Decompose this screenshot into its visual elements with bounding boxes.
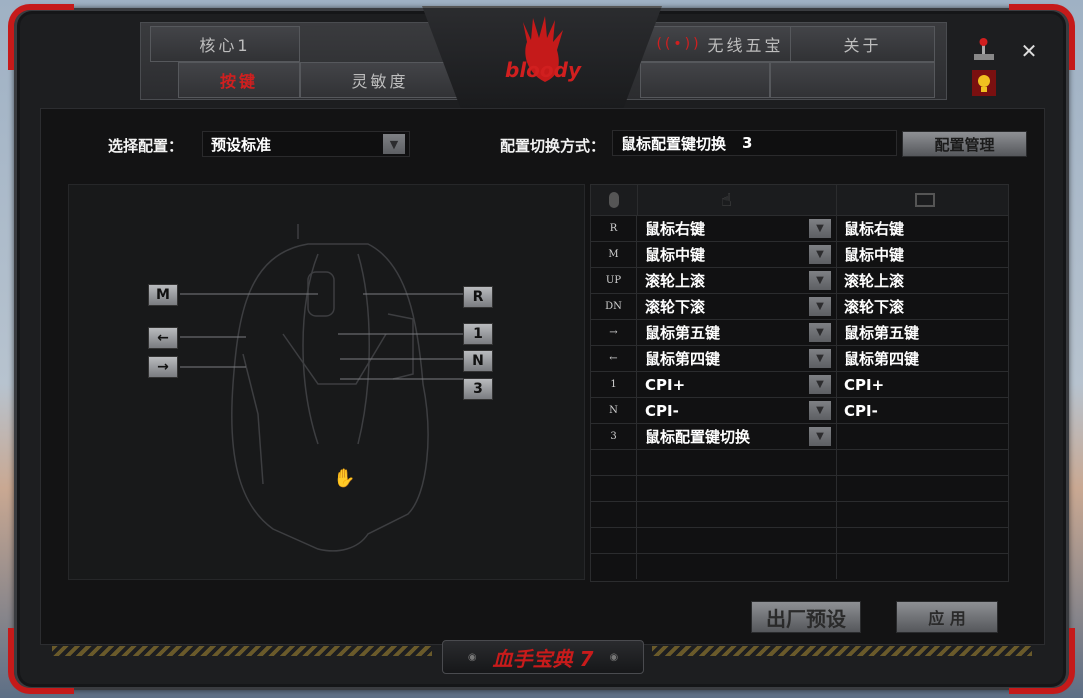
mouse-key-m[interactable]: M <box>148 284 178 306</box>
hand-pointer-icon: ☝ <box>721 190 732 211</box>
row-key <box>591 528 637 553</box>
row-key: 1 <box>591 372 637 397</box>
config-select[interactable]: 预设标准 <box>202 131 410 157</box>
row-action[interactable]: 鼠标中键 <box>645 242 705 267</box>
row-action[interactable]: 鼠标第五键 <box>645 320 720 345</box>
switch-mode-value: 鼠标配置键切换 <box>621 134 727 153</box>
dropdown-arrow-icon[interactable]: ▼ <box>809 245 831 264</box>
close-icon[interactable]: ✕ <box>1018 39 1040 63</box>
bloody-mouse-app: 核心1 按键 灵敏度 ((•)) 无线五宝 关于 bloody ✕ 选择配置： … <box>0 0 1083 698</box>
switch-mode-number: 3 <box>742 134 753 152</box>
table-row: M 鼠标中键 ▼ 鼠标中键 <box>591 241 1008 267</box>
factory-reset-button[interactable]: 出厂预设 <box>751 601 861 633</box>
table-row: UP 滚轮上滚 ▼ 滚轮上滚 <box>591 267 1008 293</box>
mouse-key-1[interactable]: 1 <box>463 323 493 345</box>
row-default: 鼠标右键 <box>844 220 905 238</box>
row-key: → <box>591 320 637 345</box>
table-row: ← 鼠标第四键 ▼ 鼠标第四键 <box>591 345 1008 371</box>
row-action[interactable]: CPI+ <box>645 372 685 397</box>
dropdown-arrow-icon[interactable]: ▼ <box>809 219 831 238</box>
table-header: ☝ <box>591 185 1008 215</box>
tab-core[interactable]: 核心1 <box>150 26 300 62</box>
tab-about[interactable]: 关于 <box>790 26 935 62</box>
wireless-antenna-icon: ((•)) <box>656 36 702 52</box>
table-row <box>591 527 1008 553</box>
bottom-badge: ◉ 血手宝典 7 ◉ <box>442 640 644 674</box>
table-row: 3 鼠标配置键切换 ▼ <box>591 423 1008 449</box>
badge-label: 血手宝典 7 <box>492 646 594 671</box>
row-default: CPI- <box>844 401 878 420</box>
row-default: 鼠标中键 <box>844 246 905 264</box>
mouse-key-r[interactable]: R <box>463 286 493 308</box>
decorative-stripe <box>652 646 1032 656</box>
row-default: 鼠标第五键 <box>844 324 920 342</box>
lightbulb-icon[interactable] <box>972 70 996 96</box>
table-row: 1 CPI+ ▼ CPI+ <box>591 371 1008 397</box>
table-row: N CPI- ▼ CPI- <box>591 397 1008 423</box>
row-action[interactable]: 滚轮上滚 <box>645 268 705 293</box>
row-default: CPI+ <box>844 375 885 394</box>
mouse-key-back[interactable]: ← <box>148 327 178 349</box>
row-key <box>591 476 637 501</box>
dropdown-arrow-icon[interactable]: ▼ <box>383 134 405 154</box>
table-row <box>591 475 1008 501</box>
row-key <box>591 502 637 527</box>
mouse-key-n[interactable]: N <box>463 350 493 372</box>
row-key: ← <box>591 346 637 371</box>
table-row: R 鼠标右键 ▼ 鼠标右键 <box>591 215 1008 241</box>
mouse-icon <box>605 191 623 209</box>
decorative-stripe <box>52 646 432 656</box>
brand-logo-text: bloody <box>505 58 582 82</box>
row-default: 滚轮下滚 <box>844 298 905 316</box>
row-action[interactable]: 滚轮下滚 <box>645 294 705 319</box>
tab-empty <box>640 62 770 98</box>
row-key: DN <box>591 294 637 319</box>
joystick-icon[interactable] <box>970 36 998 62</box>
badge-screw-icon: ◉ <box>467 651 477 663</box>
row-key: R <box>591 216 637 241</box>
row-key: UP <box>591 268 637 293</box>
row-action[interactable]: 鼠标第四键 <box>645 346 720 371</box>
table-row: → 鼠标第五键 ▼ 鼠标第五键 <box>591 319 1008 345</box>
config-manage-button[interactable]: 配置管理 <box>902 131 1027 157</box>
dropdown-arrow-icon[interactable]: ▼ <box>809 427 831 446</box>
dropdown-arrow-icon[interactable]: ▼ <box>809 349 831 368</box>
dropdown-arrow-icon[interactable]: ▼ <box>809 271 831 290</box>
row-key <box>591 554 637 579</box>
key-mapping-table: ☝ R 鼠标右键 ▼ 鼠标右键 M 鼠标中键 ▼ 鼠标中键 UP 滚轮上滚 ▼ 滚轮上滚 DN 滚轮下滚 ▼… <box>590 184 1009 582</box>
table-row <box>591 501 1008 527</box>
corner-accent <box>8 4 74 70</box>
mouse-outline: ✋ <box>180 224 463 552</box>
table-row <box>591 449 1008 475</box>
dropdown-arrow-icon[interactable]: ▼ <box>809 297 831 316</box>
tab-wireless-label: 无线五宝 <box>707 36 784 55</box>
row-key: M <box>591 242 637 267</box>
switch-mode-field[interactable]: 鼠标配置键切换 3 <box>612 130 897 156</box>
dropdown-arrow-icon[interactable]: ▼ <box>809 323 831 342</box>
monitor-icon <box>915 193 935 207</box>
tab-wireless[interactable]: ((•)) 无线五宝 <box>640 26 800 62</box>
svg-text:✋: ✋ <box>333 467 355 489</box>
row-key: 3 <box>591 424 637 449</box>
select-config-label: 选择配置： <box>108 137 184 155</box>
row-action[interactable]: CPI- <box>645 398 679 423</box>
apply-button[interactable]: 应 用 <box>896 601 998 633</box>
badge-screw-icon: ◉ <box>609 651 619 663</box>
table-row: DN 滚轮下滚 ▼ 滚轮下滚 <box>591 293 1008 319</box>
row-default: 鼠标第四键 <box>844 350 920 368</box>
mouse-key-3[interactable]: 3 <box>463 378 493 400</box>
mouse-key-forward[interactable]: → <box>148 356 178 378</box>
switch-mode-label: 配置切换方式： <box>500 137 606 155</box>
row-key: N <box>591 398 637 423</box>
dropdown-arrow-icon[interactable]: ▼ <box>809 375 831 394</box>
tab-keys[interactable]: 按键 <box>178 62 300 98</box>
dropdown-arrow-icon[interactable]: ▼ <box>809 401 831 420</box>
tab-empty <box>770 62 935 98</box>
table-row <box>591 553 1008 579</box>
row-default: 滚轮上滚 <box>844 272 905 290</box>
tab-sensitivity[interactable]: 灵敏度 <box>300 62 460 98</box>
row-action[interactable]: 鼠标配置键切换 <box>645 424 750 449</box>
row-key <box>591 450 637 475</box>
row-action[interactable]: 鼠标右键 <box>645 216 705 241</box>
